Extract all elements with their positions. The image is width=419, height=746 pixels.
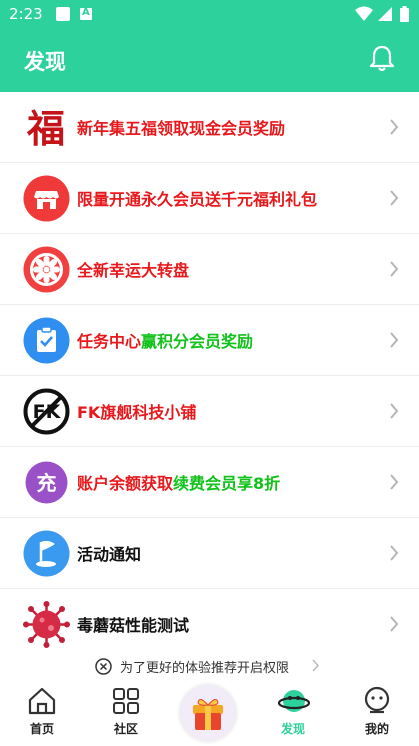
chevron-right-icon <box>390 616 399 632</box>
tab-discover-label: 发现 <box>280 722 305 736</box>
gift-icon <box>193 699 223 730</box>
list-item-label-part: 毒蘑菇性能测试 <box>77 616 190 635</box>
app-notification-icon: A <box>80 7 92 20</box>
list-item-label: 新年集五福领取现金会员奖励 <box>77 115 285 139</box>
chevron-right-icon <box>390 190 399 206</box>
list-item-label-part: 活动通知 <box>77 545 142 564</box>
list-item-recharge[interactable]: 充 账户余额获取续费会员享8折 <box>0 447 419 518</box>
list-item-label-part: 任务中心 <box>77 332 142 351</box>
user-face-icon <box>364 686 390 714</box>
list-item-fk-shop[interactable]: FK FK旗舰科技小铺 <box>0 376 419 447</box>
permission-notice[interactable]: 为了更好的体验推荐开启权限 <box>0 650 419 682</box>
list-item-label-part: 新年集五福领取现金会员奖励 <box>77 119 286 138</box>
status-bar: 2:23 A <box>0 0 419 28</box>
list-item-label: 账户余额获取续费会员享8折 <box>77 470 280 494</box>
fk-logo-icon: FK <box>23 388 70 435</box>
chevron-right-icon <box>390 403 399 419</box>
chevron-right-icon <box>312 659 320 672</box>
flag-icon <box>23 530 70 577</box>
signal-icon <box>378 7 392 21</box>
list-item-five-fortunes[interactable]: 福 新年集五福领取现金会员奖励 <box>0 92 419 163</box>
chevron-right-icon <box>390 332 399 348</box>
chevron-right-icon <box>390 119 399 135</box>
list-item-label: FK旗舰科技小铺 <box>77 399 196 423</box>
list-item-label-part: 限量开通永久会员送千元福利礼包 <box>77 190 318 209</box>
shop-icon <box>23 175 70 222</box>
tab-home[interactable]: 首页 <box>0 682 84 746</box>
permission-notice-text: 为了更好的体验推荐开启权限 <box>120 661 290 676</box>
tab-home-label: 首页 <box>29 722 54 736</box>
discover-list: 福 新年集五福领取现金会员奖励 限量开通永久会员送千元福利礼包 全新幸运大转盘 … <box>0 92 419 660</box>
list-item-lucky-wheel[interactable]: 全新幸运大转盘 <box>0 234 419 305</box>
wifi-icon <box>355 6 373 21</box>
tab-discover[interactable]: 发现 <box>251 682 335 746</box>
virus-icon <box>23 601 70 648</box>
tab-community[interactable]: 社区 <box>84 682 168 746</box>
list-item-activity-notice[interactable]: 活动通知 <box>0 518 419 589</box>
list-item-label: 限量开通永久会员送千元福利礼包 <box>77 186 317 210</box>
battery-icon <box>400 6 409 22</box>
app-bar: 发现 <box>0 28 419 92</box>
chevron-right-icon <box>390 545 399 561</box>
list-item-lifetime-vip[interactable]: 限量开通永久会员送千元福利礼包 <box>0 163 419 234</box>
recharge-char: 充 <box>37 471 57 495</box>
tab-mine-label: 我的 <box>364 722 389 736</box>
list-item-label-part: 赢积分会员奖励 <box>141 332 254 351</box>
notification-icon <box>56 7 70 21</box>
page-title: 发现 <box>24 50 66 74</box>
list-item-label-part: 全新幸运大转盘 <box>77 261 190 280</box>
recharge-icon: 充 <box>23 459 70 506</box>
list-item-label-part: 账户余额获取 <box>77 474 174 493</box>
list-item-label-part: 续费会员享8折 <box>173 474 281 493</box>
list-item-label-part: FK旗舰科技小铺 <box>77 403 197 422</box>
fu-icon: 福 <box>23 104 70 151</box>
grid-icon <box>113 688 139 714</box>
list-item-label: 任务中心赢积分会员奖励 <box>77 328 253 352</box>
close-circle-icon[interactable] <box>95 658 112 675</box>
fu-char: 福 <box>26 106 65 151</box>
fk-text: FK <box>33 401 62 423</box>
list-item-label: 活动通知 <box>77 541 141 565</box>
tab-community-label: 社区 <box>113 722 138 736</box>
bell-icon[interactable] <box>369 44 395 72</box>
status-time: 2:23 <box>9 5 43 23</box>
tab-mine[interactable]: 我的 <box>335 682 419 746</box>
chevron-right-icon <box>390 261 399 277</box>
task-icon <box>23 317 70 364</box>
gift-button[interactable] <box>180 685 236 741</box>
list-item-label: 全新幸运大转盘 <box>77 257 189 281</box>
chevron-right-icon <box>390 474 399 490</box>
home-icon <box>28 687 56 715</box>
list-item-task-center[interactable]: 任务中心赢积分会员奖励 <box>0 305 419 376</box>
wheel-icon <box>23 246 70 293</box>
list-item-label: 毒蘑菇性能测试 <box>77 612 189 636</box>
planet-icon <box>278 690 310 712</box>
